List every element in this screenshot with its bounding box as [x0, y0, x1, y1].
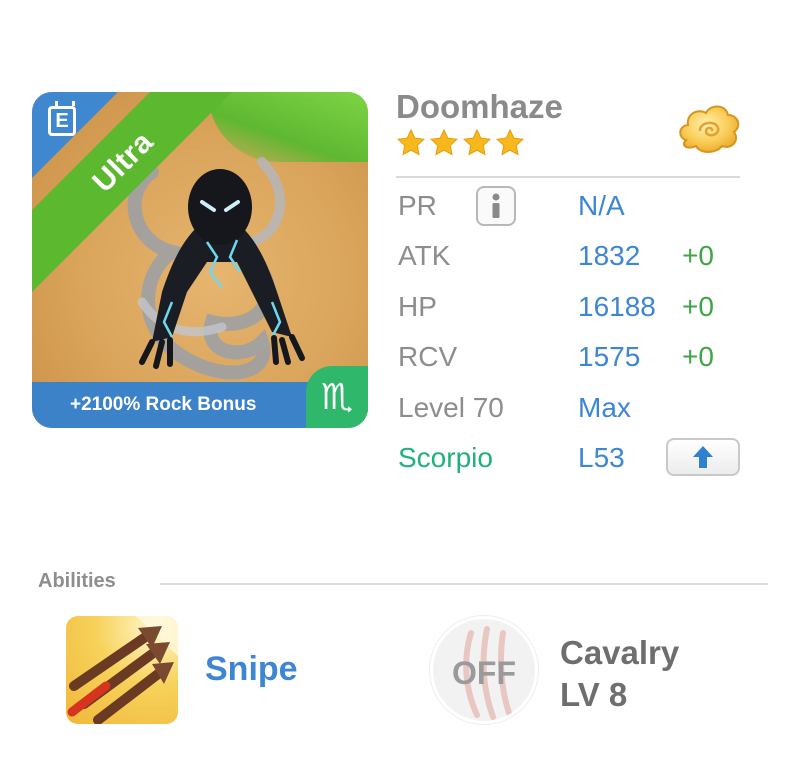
zodiac-label: Scorpio: [398, 442, 493, 473]
atk-value: 1832: [578, 240, 641, 271]
star-rating: [396, 128, 525, 158]
passive-status-label: OFF: [452, 655, 516, 691]
pr-info-button[interactable]: [476, 186, 516, 226]
passive-ability-name[interactable]: Cavalry: [560, 634, 679, 672]
scorpio-zodiac-icon: ♏: [306, 366, 368, 428]
star-icon: [496, 128, 524, 156]
hp-bonus: +0: [682, 291, 714, 322]
star-icon: [397, 128, 425, 156]
hp-label: HP: [398, 291, 437, 322]
atk-label: ATK: [398, 240, 451, 271]
rcv-bonus: +0: [682, 341, 714, 372]
evolution-corner: [32, 92, 118, 178]
level-label: Level 70: [398, 392, 504, 423]
cloud-element-icon: [679, 105, 740, 153]
passive-ability-level: LV 8: [560, 676, 628, 713]
info-divider: [396, 176, 740, 178]
level-value: Max: [578, 392, 631, 423]
up-arrow-icon: [693, 446, 713, 468]
arrows-icon: [67, 616, 178, 724]
active-ability-name[interactable]: Snipe: [205, 650, 298, 689]
star-icon: [430, 128, 458, 156]
passive-ability-icon[interactable]: OFF: [430, 616, 538, 724]
active-ability-icon[interactable]: [66, 616, 178, 724]
monster-portrait-card[interactable]: Ultra E +2100% Rock Bonus ♏: [32, 92, 368, 428]
rcv-label: RCV: [398, 341, 458, 372]
pr-label: PR: [398, 190, 437, 221]
star-icon: [463, 128, 491, 156]
pr-value: N/A: [578, 190, 625, 221]
rcv-value: 1575: [578, 341, 641, 372]
hp-value: 16188: [578, 291, 656, 322]
info-icon: [492, 193, 500, 218]
abilities-section-title: Abilities: [38, 570, 116, 592]
evolution-badge-icon: E: [48, 101, 76, 136]
abilities-divider: [160, 583, 768, 585]
element-bonus-text: +2100% Rock Bonus: [70, 394, 257, 415]
zodiac-upgrade-button[interactable]: [666, 438, 740, 476]
monster-name: Doomhaze: [396, 88, 563, 125]
zodiac-level-value: L53: [578, 442, 625, 473]
atk-bonus: +0: [682, 240, 714, 271]
